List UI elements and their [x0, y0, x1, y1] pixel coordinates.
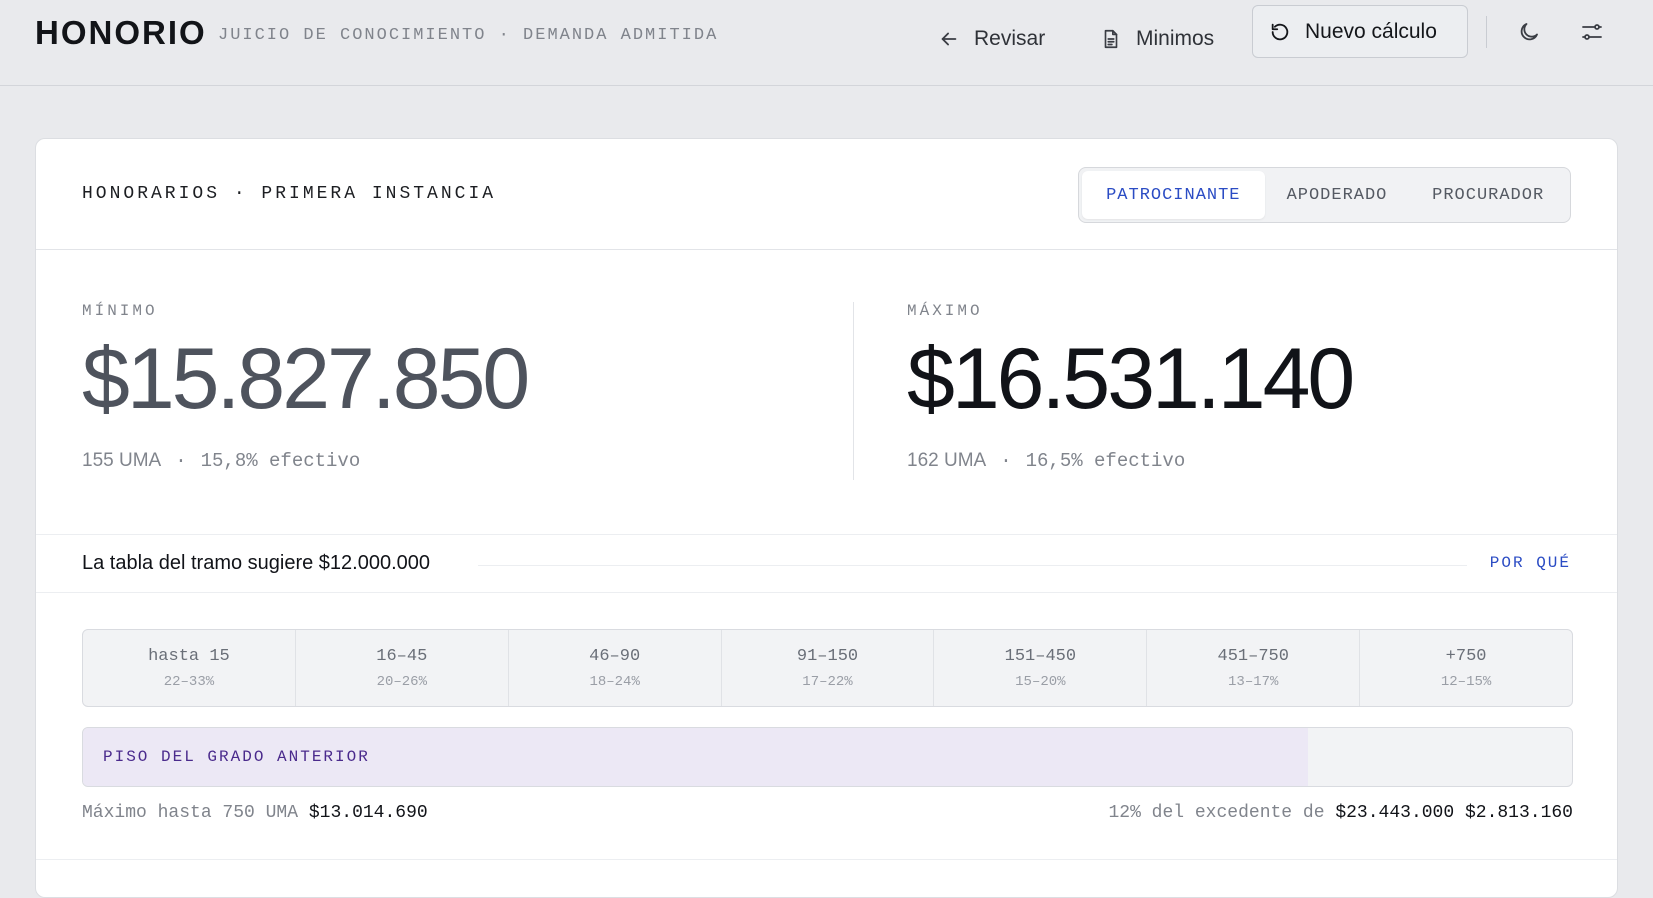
sliders-icon — [1582, 24, 1602, 40]
minimum-label: MÍNIMO — [82, 302, 158, 320]
tramo-segment[interactable]: 151–450 15–20% — [934, 630, 1148, 706]
tramo-percent: 15–20% — [1015, 673, 1066, 690]
arrow-left-icon — [941, 32, 957, 46]
minimum-figure: MÍNIMO $15.827.850 155 UMA · 15,8% efect… — [82, 302, 530, 472]
tab-patrocinante[interactable]: PATROCINANTE — [1082, 171, 1265, 219]
role-segmented-control: PATROCINANTE APODERADO PROCURADOR — [1078, 167, 1571, 223]
excedente-value: $2.813.160 — [1464, 803, 1573, 823]
por-que-link[interactable]: POR QUÉ — [1490, 554, 1571, 572]
tramo-segment-active[interactable]: +750 12–15% — [1360, 630, 1572, 706]
minimum-amount: $15.827.850 — [82, 331, 530, 427]
document-icon — [1104, 29, 1118, 49]
tramo-percent: 22–33% — [163, 673, 215, 690]
moon-icon — [1520, 23, 1538, 41]
tramo-range: 151–450 — [1004, 646, 1077, 666]
tramo-segment[interactable]: 451–750 13–17% — [1147, 630, 1361, 706]
minimos-button[interactable]: Minimos — [1100, 14, 1214, 64]
card-title: HONORARIOS · PRIMERA INSTANCIA — [82, 184, 497, 204]
tramo-range: 91–150 — [796, 646, 859, 666]
maximum-separator: · — [1000, 450, 1012, 472]
piso-grado-anterior-bar: PISO DEL GRADO ANTERIOR — [82, 727, 1573, 787]
figures-divider — [853, 302, 854, 480]
excedente-base: $23.443.000 — [1335, 803, 1455, 823]
calculation-footer: Máximo hasta 750 UMA $13.014.690 12% del… — [82, 803, 1573, 829]
tramo-range: 46–90 — [589, 646, 641, 666]
brand-logo[interactable]: HONORIO — [35, 14, 207, 52]
suggestion-rule — [478, 565, 1467, 566]
tramo-segment[interactable]: 16–45 20–26% — [296, 630, 509, 706]
minimos-label: Minimos — [1136, 27, 1215, 50]
piso-bar-label: PISO DEL GRADO ANTERIOR — [103, 748, 370, 766]
breadcrumb: JUICIO DE CONOCIMIENTO · DEMANDA ADMITID… — [218, 26, 719, 45]
nuevo-calculo-label: Nuevo cálculo — [1305, 19, 1437, 43]
revisar-button[interactable]: Revisar — [938, 14, 1045, 64]
tramo-percent: 18–24% — [589, 673, 640, 690]
revisar-label: Revisar — [974, 27, 1046, 50]
minimum-effective: 15,8% efectivo — [200, 450, 361, 472]
footer-right: 12% del excedente de $23.443.000 $2.813.… — [1108, 803, 1573, 823]
tab-apoderado[interactable]: APODERADO — [1265, 171, 1410, 219]
maximum-effective: 16,5% efectivo — [1025, 450, 1186, 472]
suggestion-text: La tabla del tramo sugiere $12.000.000 — [82, 552, 431, 574]
tramo-percent: 17–22% — [802, 673, 853, 690]
maximum-details: 162 UMA · 16,5% efectivo — [907, 450, 1352, 472]
tramo-range: hasta 15 — [148, 646, 230, 666]
tramo-range: 451–750 — [1217, 646, 1289, 666]
tab-procurador[interactable]: PROCURADOR — [1409, 171, 1567, 219]
settings-button[interactable] — [1578, 18, 1606, 46]
tramo-scale: hasta 15 22–33% 16–45 20–26% 46–90 18–24… — [82, 629, 1573, 707]
tramo-segment[interactable]: hasta 15 22–33% — [83, 630, 296, 706]
maximum-label: MÁXIMO — [907, 302, 983, 320]
card-divider — [36, 859, 1617, 860]
card-header: HONORARIOS · PRIMERA INSTANCIA PATROCINA… — [36, 139, 1617, 250]
minimum-uma: 155 UMA — [82, 450, 162, 471]
maximum-amount: $16.531.140 — [907, 331, 1355, 427]
tramo-range: +750 — [1445, 646, 1487, 666]
nav-divider — [1486, 16, 1487, 48]
minimum-details: 155 UMA · 15,8% efectivo — [82, 450, 527, 472]
footer-left: Máximo hasta 750 UMA $13.014.690 — [82, 803, 428, 823]
maximum-uma: 162 UMA — [907, 450, 987, 471]
tramo-segment[interactable]: 46–90 18–24% — [509, 630, 722, 706]
excedente-label: 12% del excedente de — [1108, 803, 1325, 823]
tramo-percent: 20–26% — [376, 673, 427, 690]
rotate-ccw-icon — [1271, 23, 1289, 40]
honorarios-card: HONORARIOS · PRIMERA INSTANCIA PATROCINA… — [35, 138, 1618, 898]
maximum-figure: MÁXIMO $16.531.140 162 UMA · 16,5% efect… — [907, 302, 1355, 472]
max-750-value: $13.014.690 — [308, 803, 428, 823]
max-750-label: Máximo hasta 750 UMA — [82, 803, 299, 823]
tramo-range: 16–45 — [376, 646, 428, 666]
minimum-separator: · — [175, 450, 187, 472]
fee-range-figures: MÍNIMO $15.827.850 155 UMA · 15,8% efect… — [36, 250, 1617, 535]
theme-toggle-button[interactable] — [1515, 18, 1543, 46]
tramo-segment[interactable]: 91–150 17–22% — [722, 630, 935, 706]
tramo-percent: 12–15% — [1440, 673, 1492, 690]
nuevo-calculo-button[interactable]: Nuevo cálculo — [1252, 5, 1468, 58]
tramo-percent: 13–17% — [1228, 673, 1279, 690]
top-bar: HONORIO JUICIO DE CONOCIMIENTO · DEMANDA… — [0, 0, 1653, 86]
suggestion-row: La tabla del tramo sugiere $12.000.000 P… — [36, 535, 1617, 593]
